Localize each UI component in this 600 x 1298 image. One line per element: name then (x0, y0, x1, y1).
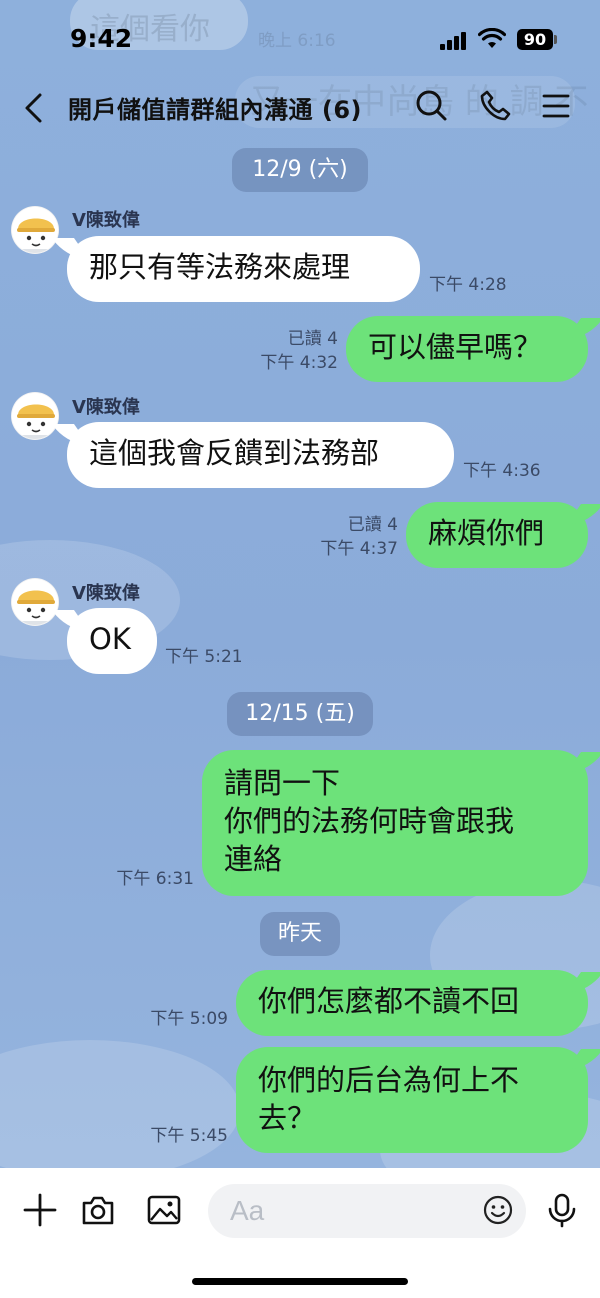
status-time: 9:42 (70, 24, 133, 53)
outgoing-message-bubble[interactable]: 你們怎麼都不讀不回 (236, 970, 588, 1036)
outgoing-message-bubble[interactable]: 可以儘早嗎？ (346, 316, 588, 382)
outgoing-message-bubble[interactable]: 麻煩你們 (406, 502, 588, 568)
avatar-face-icon (12, 393, 58, 439)
message-time: 下午 4:36 (463, 461, 541, 481)
message-text-line: 去？ (258, 1101, 317, 1135)
message-text: 你們怎麼都不讀不回 (258, 984, 520, 1018)
message-time: 下午 4:32 (260, 353, 338, 373)
outgoing-message-bubble[interactable]: 請問一下 你們的法務何時會跟我 連絡 (202, 750, 588, 896)
sender-name: V陳致偉 (72, 583, 140, 604)
date-separator: 12/15 (五) (227, 692, 373, 736)
emoji-icon[interactable] (482, 1194, 514, 1226)
sender-name: V陳致偉 (72, 210, 140, 231)
battery-indicator: 90 (517, 29, 553, 50)
incoming-message-bubble[interactable]: 那只有等法務來處理 (67, 236, 420, 302)
chat-title: 開戶儲值請群組內溝通 (6) (68, 96, 362, 124)
avatar[interactable] (11, 392, 59, 440)
message-time: 下午 5:45 (150, 1126, 228, 1146)
message-time: 下午 4:28 (429, 275, 507, 295)
image-gallery-icon[interactable] (146, 1192, 182, 1228)
date-separator: 12/9 (六) (232, 148, 368, 192)
message-text: 那只有等法務來處理 (89, 250, 351, 284)
sender-name: V陳致偉 (72, 397, 140, 418)
message-text: OK (89, 622, 131, 656)
message-text: 麻煩你們 (428, 516, 545, 550)
message-time: 下午 6:31 (116, 869, 194, 889)
incoming-message-bubble[interactable]: OK (67, 608, 157, 674)
home-indicator (192, 1278, 408, 1285)
date-separator: 昨天 (260, 912, 340, 956)
avatar[interactable] (11, 206, 59, 254)
plus-icon[interactable] (22, 1192, 58, 1228)
microphone-icon[interactable] (544, 1192, 580, 1228)
back-arrow-icon[interactable] (20, 90, 50, 126)
cellular-signal-icon (440, 32, 466, 50)
wifi-icon (478, 28, 506, 48)
message-text-line: 你們的后台為何上不 (258, 1063, 520, 1097)
avatar-face-icon (12, 207, 58, 253)
outgoing-message-bubble[interactable]: 你們的后台為何上不 去？ (236, 1047, 588, 1153)
read-receipt: 已讀 4 (347, 515, 398, 535)
battery-tip (554, 35, 557, 44)
message-input[interactable] (208, 1184, 526, 1238)
search-icon[interactable] (414, 88, 448, 124)
avatar-face-icon (12, 579, 58, 625)
camera-icon[interactable] (80, 1192, 116, 1228)
message-time: 下午 5:09 (150, 1009, 228, 1029)
message-text-line: 你們的法務何時會跟我 (224, 804, 515, 838)
ghost-message-time: 晚上 6:16 (258, 31, 336, 51)
message-text: 這個我會反饋到法務部 (89, 436, 380, 470)
menu-icon[interactable] (540, 88, 574, 124)
message-text: 可以儘早嗎？ (368, 330, 543, 364)
read-receipt: 已讀 4 (287, 329, 338, 349)
incoming-message-bubble[interactable]: 這個我會反饋到法務部 (67, 422, 454, 488)
phone-call-icon[interactable] (478, 88, 512, 124)
message-text-line: 請問一下 (224, 766, 341, 800)
message-time: 下午 4:37 (320, 539, 398, 559)
message-time: 下午 5:21 (165, 647, 243, 667)
avatar[interactable] (11, 578, 59, 626)
message-text-line: 連絡 (224, 842, 283, 876)
